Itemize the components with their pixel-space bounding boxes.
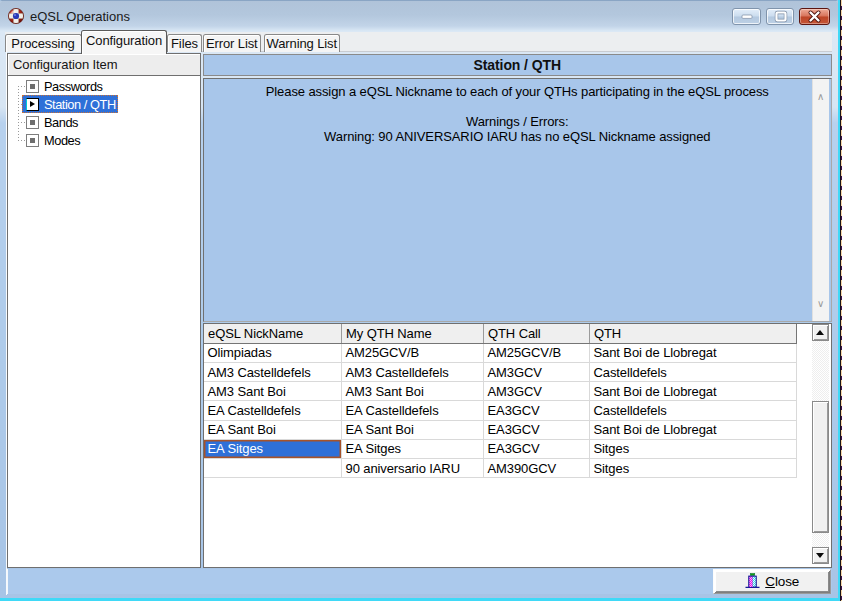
restore-button[interactable] xyxy=(766,8,795,25)
info-line: Warnings / Errors: xyxy=(204,114,831,129)
info-line: Please assign a eQSL Nickname to each of… xyxy=(204,84,831,99)
table-cell[interactable]: EA Sitges xyxy=(204,439,342,458)
tab-error-list[interactable]: Error List xyxy=(203,34,261,52)
table-cell[interactable]: EA Sitges xyxy=(342,439,484,458)
table-cell[interactable]: EA Castelldefels xyxy=(204,401,342,420)
table-cell[interactable]: Olimpiadas xyxy=(204,343,342,362)
table-header-row: eQSL NickNameMy QTH NameQTH CallQTH xyxy=(204,324,796,343)
tab-configuration[interactable]: Configuration xyxy=(81,30,167,54)
table-cell[interactable]: EA Sant Boi xyxy=(342,420,484,439)
close-button-panel: Close xyxy=(713,569,832,595)
sidebar-item-station-qth[interactable]: Station / QTH xyxy=(8,95,200,113)
table-cell[interactable]: Castelldefels xyxy=(590,362,797,381)
app-window: eQSL Operations ProcessingConfiguratio xyxy=(0,0,838,598)
table-cell[interactable]: Sitges xyxy=(590,458,797,477)
minimize-icon xyxy=(733,9,761,24)
table-cell[interactable]: Sitges xyxy=(590,439,797,458)
info-text: Please assign a eQSL Nickname to each of… xyxy=(204,84,831,144)
table-cell[interactable]: AM3 Sant Boi xyxy=(342,382,484,401)
table-cell[interactable]: EA Castelldefels xyxy=(342,401,484,420)
qth-grid-panel: eQSL NickNameMy QTH NameQTH CallQTHOlimp… xyxy=(203,323,832,568)
minimize-button[interactable] xyxy=(732,8,761,25)
grid-scroll-down-button[interactable] xyxy=(812,547,830,564)
info-line xyxy=(204,99,831,114)
table-cell[interactable]: AM390GCV xyxy=(484,458,590,477)
memo-scrollbar[interactable]: ∧ ∨ xyxy=(812,79,830,322)
screen: eQSL Operations ProcessingConfiguratio xyxy=(0,0,842,601)
column-header-qth-call[interactable]: QTH Call xyxy=(484,324,590,343)
table-cell[interactable]: AM3GCV xyxy=(484,382,590,401)
sidebar-item-label: Modes xyxy=(44,133,80,148)
table-row: EA CastelldefelsEA CastelldefelsEA3GCVCa… xyxy=(204,401,796,420)
configuration-tree: Passwords Station / QTH Bands Modes xyxy=(8,77,200,567)
close-button[interactable]: Close xyxy=(715,571,829,592)
table-cell[interactable]: AM25GCV/B xyxy=(342,343,484,362)
memo-scroll-up-icon[interactable]: ∧ xyxy=(813,92,830,102)
tree-branch-line xyxy=(18,86,25,87)
column-header-my-qth-name[interactable]: My QTH Name xyxy=(342,324,484,343)
down-arrow-icon xyxy=(816,553,824,558)
table-row: EA Sant BoiEA Sant BoiEA3GCVSant Boi de … xyxy=(204,420,796,439)
titlebar[interactable]: eQSL Operations xyxy=(0,1,838,31)
table-cell[interactable]: EA3GCV xyxy=(484,401,590,420)
exit-door-icon xyxy=(744,573,761,590)
table-cell[interactable]: AM3 Castelldefels xyxy=(204,362,342,381)
tree-branch-line xyxy=(18,122,25,123)
table-cell[interactable]: AM25GCV/B xyxy=(484,343,590,362)
table-cell[interactable]: Sant Boi de Llobregat xyxy=(590,382,797,401)
sidebar-item-bands[interactable]: Bands xyxy=(8,113,200,131)
grid-scroll-up-button[interactable] xyxy=(812,324,830,341)
column-header-eqsl-nickname[interactable]: eQSL NickName xyxy=(204,324,342,343)
tab-files[interactable]: Files xyxy=(167,34,202,52)
sidebar-item-modes[interactable]: Modes xyxy=(8,131,200,149)
table-cell[interactable]: 90 aniversario IARU xyxy=(342,458,484,477)
sidebar-item-label: Bands xyxy=(44,115,78,130)
table-cell[interactable]: AM3 Castelldefels xyxy=(342,362,484,381)
sidebar-item-label: Station / QTH xyxy=(44,97,116,112)
sidebar-item-passwords[interactable]: Passwords xyxy=(8,77,200,95)
restore-icon xyxy=(767,9,795,24)
tab-processing[interactable]: Processing xyxy=(5,34,82,52)
window-title: eQSL Operations xyxy=(30,9,130,24)
info-line: Warning: 90 ANIVERSARIO IARU has no eQSL… xyxy=(204,129,831,144)
close-icon xyxy=(800,9,829,24)
table-row: AM3 Sant BoiAM3 Sant BoiAM3GCVSant Boi d… xyxy=(204,382,796,401)
table-row: AM3 CastelldefelsAM3 CastelldefelsAM3GCV… xyxy=(204,362,796,381)
footer-bar: Close xyxy=(7,569,832,595)
tab-warning-list[interactable]: Warning List xyxy=(264,34,341,52)
table-cell[interactable]: EA3GCV xyxy=(484,439,590,458)
table-row: OlimpiadasAM25GCV/BAM25GCV/BSant Boi de … xyxy=(204,343,796,362)
table-cell[interactable] xyxy=(204,458,342,477)
close-window-button[interactable] xyxy=(799,8,830,25)
memo-scroll-down-icon[interactable]: ∨ xyxy=(813,299,830,309)
table-row: EA SitgesEA SitgesEA3GCVSitges xyxy=(204,439,796,458)
info-memo: Please assign a eQSL Nickname to each of… xyxy=(203,78,832,323)
tree-branch-line xyxy=(18,140,25,141)
tree-item-icon xyxy=(26,80,39,93)
sidebar-panel: Configuration Item Passwords Station / QT… xyxy=(7,53,201,568)
table-cell[interactable]: Castelldefels xyxy=(590,401,797,420)
grid-scrollbar-thumb[interactable] xyxy=(812,401,830,533)
table-cell[interactable]: Sant Boi de Llobregat xyxy=(590,343,797,362)
tree-item-icon xyxy=(26,134,39,147)
sidebar-header: Configuration Item xyxy=(8,54,200,76)
table-cell[interactable]: AM3GCV xyxy=(484,362,590,381)
up-arrow-icon xyxy=(816,329,824,334)
column-header-qth[interactable]: QTH xyxy=(590,324,797,343)
table-cell[interactable]: EA Sant Boi xyxy=(204,420,342,439)
table-row: 90 aniversario IARUAM390GCVSitges xyxy=(204,458,796,477)
grid-scrollbar[interactable] xyxy=(812,324,830,564)
table-cell[interactable]: AM3 Sant Boi xyxy=(204,382,342,401)
tree-item-icon xyxy=(26,116,39,129)
tab-bar: ProcessingConfigurationFilesError ListWa… xyxy=(5,32,833,53)
content-header: Station / QTH xyxy=(203,54,832,76)
app-icon xyxy=(8,8,24,24)
table-cell[interactable]: EA3GCV xyxy=(484,420,590,439)
sidebar-item-label: Passwords xyxy=(44,79,103,94)
table-cell[interactable]: Sant Boi de Llobregat xyxy=(590,420,797,439)
qth-table: eQSL NickNameMy QTH NameQTH CallQTHOlimp… xyxy=(204,324,797,478)
tree-item-selected-icon xyxy=(26,98,39,111)
close-button-label: Close xyxy=(765,574,799,589)
